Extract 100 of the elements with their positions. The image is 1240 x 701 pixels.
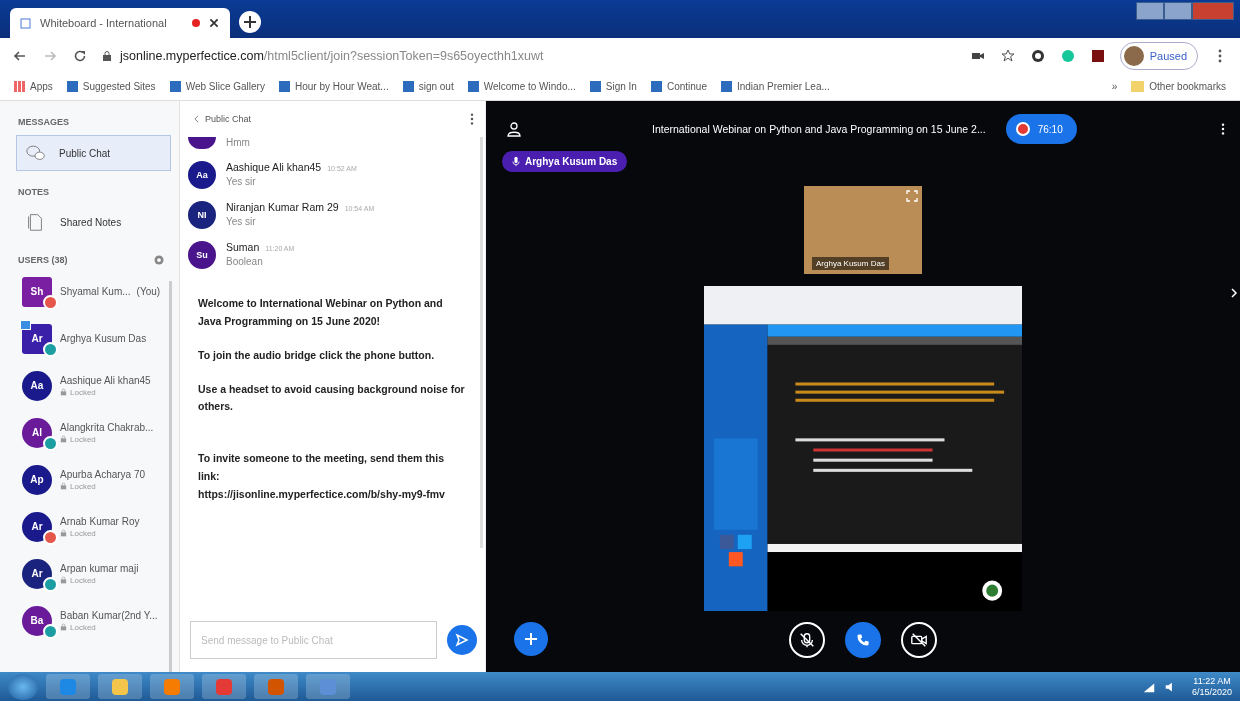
browser-tab[interactable]: Whiteboard - International bbox=[10, 8, 230, 38]
user-name: Alangkrita Chakrab... bbox=[60, 421, 154, 433]
shared-notes-item[interactable]: Shared Notes bbox=[16, 205, 179, 239]
welcome-message: Use a headset to avoid causing background noise for others. bbox=[198, 381, 465, 415]
bookmark-link[interactable]: Web Slice Gallery bbox=[169, 81, 265, 92]
user-status: Locked bbox=[70, 387, 96, 397]
lock-icon bbox=[60, 623, 67, 631]
user-name: Shyamal Kum... bbox=[60, 286, 131, 297]
fullscreen-icon[interactable] bbox=[906, 190, 918, 202]
bookmark-link[interactable]: Indian Premier Lea... bbox=[720, 81, 830, 92]
message-text: Yes sir bbox=[226, 176, 257, 187]
user-list-item[interactable]: Aa Aashique Ali khan45 Locked bbox=[16, 369, 179, 402]
more-bookmarks-button[interactable]: » bbox=[1111, 81, 1118, 92]
user-icon[interactable] bbox=[506, 121, 522, 137]
user-avatar: Aa bbox=[22, 370, 52, 401]
section-heading: MESSAGES bbox=[18, 117, 70, 127]
user-status: Locked bbox=[70, 434, 96, 444]
profile-button[interactable]: Paused bbox=[1119, 41, 1198, 70]
star-icon[interactable] bbox=[999, 47, 1016, 64]
close-icon[interactable] bbox=[208, 17, 220, 29]
user-list-item[interactable]: Ar Arnab Kumar Roy Locked bbox=[16, 510, 179, 543]
message-input-field[interactable]: Send message to Public Chat bbox=[190, 621, 437, 659]
actions-button[interactable] bbox=[514, 622, 548, 656]
sender-name: Suman bbox=[226, 241, 260, 253]
talking-indicator: Arghya Kusum Das bbox=[502, 151, 628, 172]
send-button[interactable] bbox=[447, 625, 477, 655]
user-list-item[interactable]: Ba Baban Kumar(2nd Y... Locked bbox=[16, 604, 179, 637]
back-to-chats-link[interactable]: Public Chat bbox=[194, 114, 252, 124]
lock-icon bbox=[102, 49, 112, 62]
bookmark-link[interactable]: Apps bbox=[14, 81, 53, 92]
microphone-icon bbox=[798, 631, 816, 649]
bookmark-link[interactable]: Continue bbox=[650, 81, 707, 92]
settings-icon[interactable] bbox=[153, 254, 165, 266]
user-status: Locked bbox=[70, 575, 96, 585]
welcome-message: Welcome to International Webinar on Python and Java Programming on 15 June 2020! bbox=[198, 296, 444, 329]
address-field[interactable]: jsonline.myperfectice.com/html5client/join?sessionToken=9s65oyecthh1xuwt bbox=[102, 48, 956, 63]
user-name: Arghya Kusum Das bbox=[60, 333, 147, 344]
message-text: Yes sir bbox=[226, 216, 257, 227]
user-avatar: NI bbox=[188, 201, 216, 229]
bookmark-link[interactable]: Suggested Sites bbox=[66, 81, 156, 92]
user-avatar: Ap bbox=[22, 464, 52, 495]
section-heading: NOTES bbox=[18, 187, 50, 197]
user-list-item[interactable]: Al Alangkrita Chakrab... Locked bbox=[16, 416, 179, 449]
window-controls[interactable] bbox=[1136, 2, 1234, 20]
camera-button[interactable] bbox=[901, 622, 937, 658]
other-bookmarks-link[interactable]: Other bookmarks bbox=[1131, 81, 1226, 92]
more-options-icon[interactable] bbox=[469, 112, 475, 126]
webcam-name-label: Arghya Kusum Das bbox=[812, 257, 889, 270]
user-avatar: Su bbox=[188, 241, 216, 269]
camera-icon bbox=[910, 631, 928, 649]
user-list-item[interactable]: Ap Apurba Acharya 70 Locked bbox=[16, 463, 179, 496]
sender-name: Aashique Ali khan45 bbox=[226, 161, 322, 173]
section-heading: USERS (38) bbox=[18, 255, 68, 265]
phone-icon bbox=[855, 632, 871, 648]
user-name: Arnab Kumar Roy bbox=[60, 515, 140, 527]
user-avatar: Ar bbox=[22, 511, 52, 542]
lock-icon bbox=[60, 388, 67, 396]
public-chat-item[interactable]: Public Chat bbox=[16, 135, 171, 171]
lock-icon bbox=[60, 576, 67, 584]
more-options-icon[interactable] bbox=[1220, 122, 1226, 136]
send-icon bbox=[454, 632, 470, 648]
taskbar-app-icon[interactable] bbox=[98, 674, 142, 699]
bookmark-link[interactable]: Sign In bbox=[589, 81, 637, 92]
bookmark-link[interactable]: Hour by Hour Weat... bbox=[278, 81, 389, 92]
user-name: Apurba Acharya 70 bbox=[60, 468, 146, 480]
user-name: Arpan kumar maji bbox=[60, 562, 139, 574]
user-name: Aashique Ali khan45 bbox=[60, 374, 151, 386]
chevron-right-icon[interactable] bbox=[1230, 287, 1238, 299]
user-avatar: Ba bbox=[22, 605, 52, 636]
bookmark-link[interactable]: Welcome to Windo... bbox=[467, 81, 576, 92]
message-text: Boolean bbox=[226, 256, 264, 267]
sender-name: Niranjan Kumar Ram 29 bbox=[226, 201, 339, 213]
you-label: (You) bbox=[136, 286, 161, 297]
lock-icon bbox=[60, 482, 67, 490]
taskbar-clock[interactable]: 11:22 AM 6/15/2020 bbox=[1191, 675, 1232, 698]
invite-message: To invite someone to the meeting, send them this link: bbox=[198, 451, 445, 485]
new-tab-button[interactable] bbox=[238, 10, 262, 34]
chevron-left-icon bbox=[194, 115, 199, 123]
user-name: Baban Kumar(2nd Y... bbox=[60, 609, 158, 621]
user-list-item[interactable]: Sh Shyamal Kum... (You) bbox=[16, 275, 179, 308]
plus-icon bbox=[523, 631, 539, 647]
user-status: Locked bbox=[70, 481, 96, 491]
message-text: Hmm bbox=[226, 137, 250, 148]
user-list-item[interactable]: Ar Arghya Kusum Das bbox=[16, 322, 179, 355]
bookmark-link[interactable]: sign out bbox=[402, 81, 454, 92]
user-avatar: Aa bbox=[188, 161, 216, 189]
start-button[interactable] bbox=[8, 673, 38, 700]
page-icon bbox=[20, 17, 32, 29]
extension-icon[interactable] bbox=[1029, 47, 1046, 64]
user-avatar: Al bbox=[22, 417, 52, 448]
welcome-message: To join the audio bridge click the phone button. bbox=[198, 347, 436, 363]
meeting-link[interactable]: https://jisonline.myperfectice.com/b/shy-my9-fmv bbox=[198, 485, 465, 504]
audio-button[interactable] bbox=[845, 622, 881, 658]
lock-icon bbox=[60, 529, 67, 537]
user-list-item[interactable]: Ar Arpan kumar maji Locked bbox=[16, 557, 179, 590]
mute-button[interactable] bbox=[789, 622, 825, 658]
user-status: Locked bbox=[70, 528, 96, 538]
recording-button[interactable]: 76:10 bbox=[1005, 114, 1077, 144]
user-avatar: Ar bbox=[22, 558, 52, 589]
meeting-title: International Webinar on Python and Java Programming on 15 June 2... bbox=[652, 123, 986, 135]
